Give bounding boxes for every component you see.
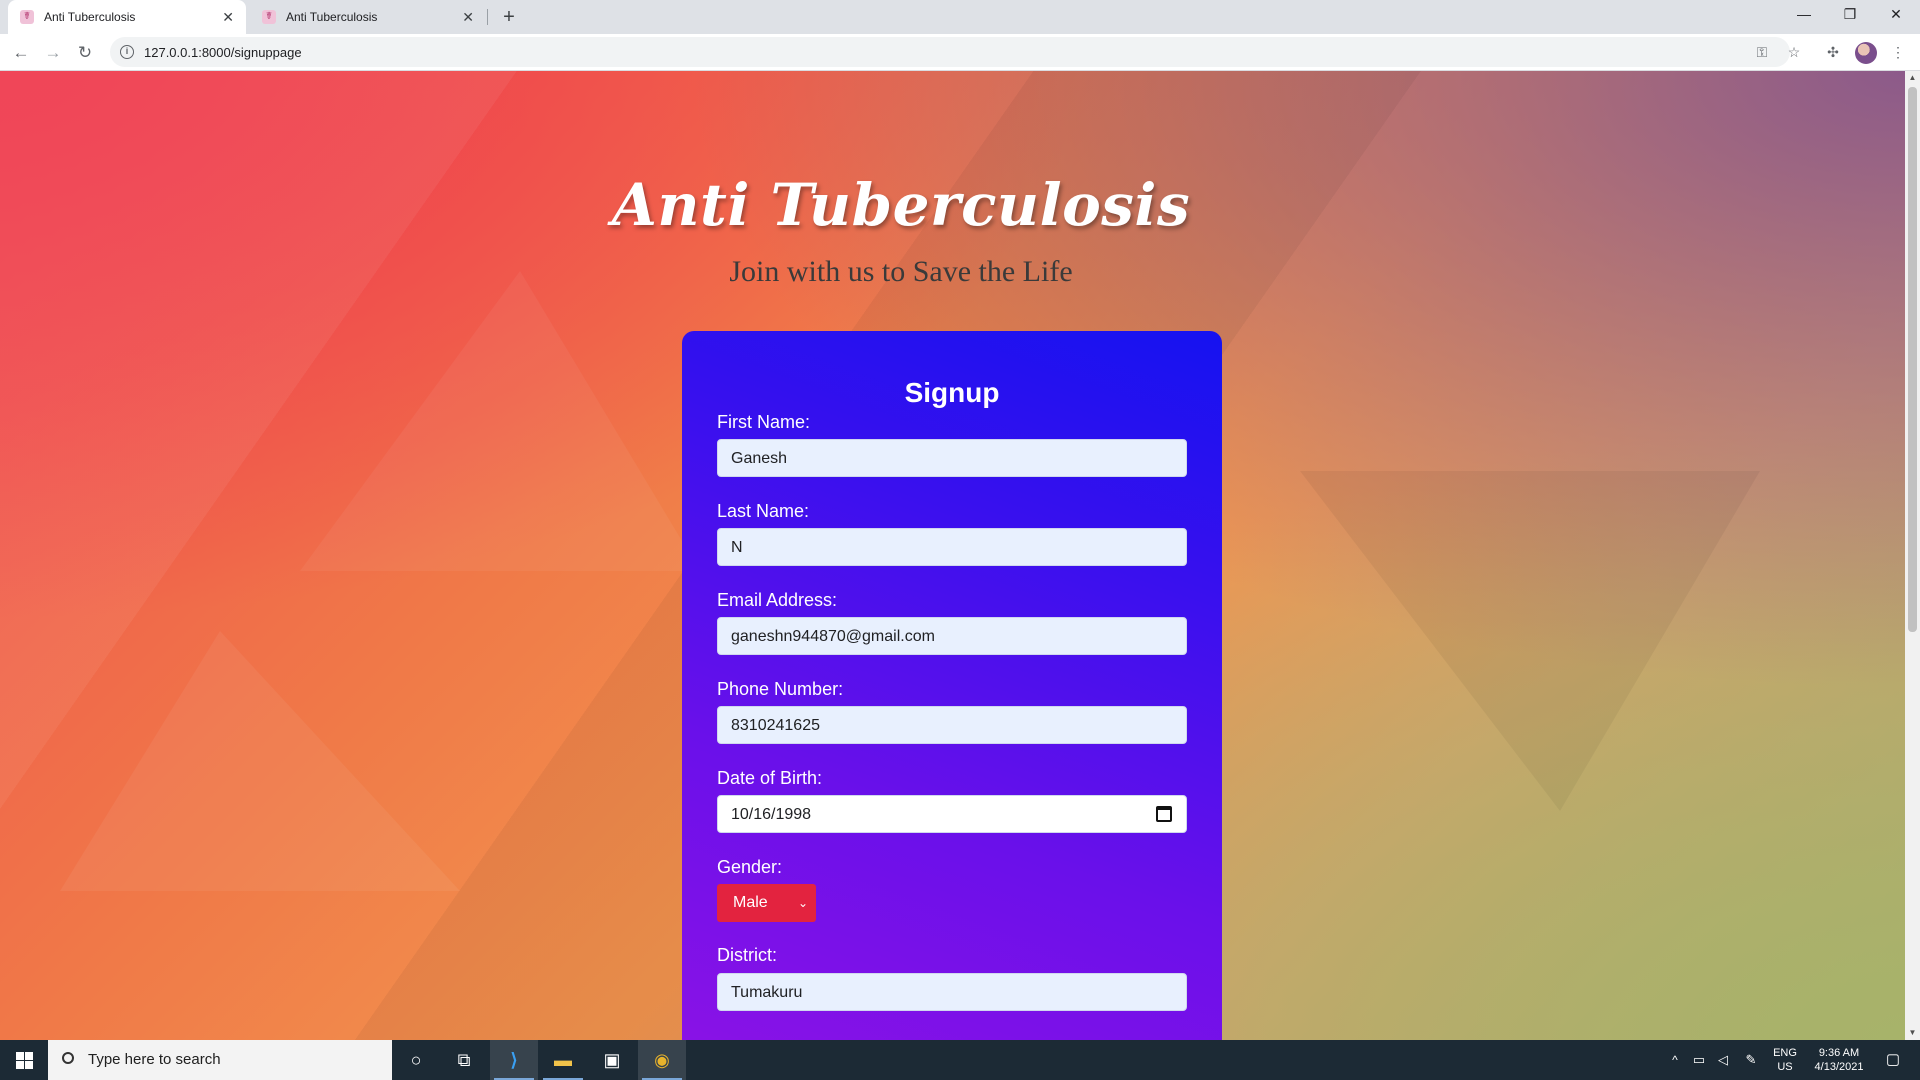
vertical-scrollbar[interactable]: ▲ ▼ (1905, 71, 1920, 1040)
network-icon[interactable]: ▭ (1688, 1040, 1710, 1080)
browser-toolbar: ← → ↻ i 127.0.0.1:8000/signuppage ⚿ ☆ ✣ … (0, 34, 1920, 71)
info-icon[interactable]: i (120, 45, 134, 59)
scrollbar-thumb[interactable] (1908, 87, 1917, 632)
extensions-icon[interactable]: ✣ (1819, 38, 1847, 66)
calendar-icon[interactable] (1156, 806, 1172, 822)
scroll-down-arrow-icon[interactable]: ▼ (1905, 1026, 1920, 1040)
chevron-down-icon: ⌄ (797, 896, 808, 910)
cortana-icon[interactable]: ○ (392, 1040, 440, 1080)
language-indicator[interactable]: ENG US (1768, 1040, 1802, 1080)
notifications-icon[interactable]: ▢ (1878, 1040, 1908, 1080)
site-subtitle: Join with us to Save the Life (729, 255, 1073, 288)
gender-value: Male (733, 894, 768, 911)
restore-button[interactable]: ❐ (1827, 0, 1873, 30)
star-icon[interactable]: ☆ (1780, 38, 1808, 66)
windows-start-icon[interactable] (0, 1040, 48, 1080)
pen-icon[interactable]: ✎ (1740, 1040, 1762, 1080)
gender-select[interactable]: Male ⌄ (717, 884, 816, 922)
chrome-icon[interactable]: ◉ (638, 1040, 686, 1080)
scroll-up-arrow-icon[interactable]: ▲ (1905, 71, 1920, 85)
tab-strip: ☤ Anti Tuberculosis ✕ ☤ Anti Tuberculosi… (0, 0, 1920, 34)
email-input[interactable]: ganeshn944870@gmail.com (717, 617, 1187, 655)
task-view-icon[interactable]: ⧉ (440, 1040, 488, 1080)
tray-expand-icon[interactable]: ^ (1665, 1040, 1685, 1080)
url-text: 127.0.0.1:8000/signuppage (144, 44, 302, 60)
favicon-icon: ☤ (20, 10, 34, 24)
phone-label: Phone Number: (717, 679, 844, 699)
new-tab-button[interactable]: + (496, 4, 522, 30)
menu-kebab-icon[interactable]: ⋮ (1884, 38, 1912, 66)
search-placeholder: Type here to search (88, 1051, 221, 1068)
dob-value: 10/16/1998 (731, 806, 812, 823)
background-polygon (1300, 471, 1760, 811)
signup-card: Signup First Name: Ganesh Last Name: N E… (682, 331, 1222, 1040)
taskbar-search-box[interactable]: Type here to search (48, 1040, 392, 1080)
search-icon (62, 1052, 74, 1064)
tab-title: Anti Tuberculosis (286, 10, 378, 24)
last-name-label: Last Name: (717, 501, 810, 521)
district-label: District: (717, 945, 777, 965)
dob-label: Date of Birth: (717, 768, 823, 788)
clock-date: 4/13/2021 (1814, 1061, 1864, 1073)
lang-top: ENG (1773, 1047, 1797, 1059)
first-name-input[interactable]: Ganesh (717, 439, 1187, 477)
site-title: Anti Tuberculosis (611, 171, 1191, 239)
phone-input[interactable]: 8310241625 (717, 706, 1187, 744)
favicon-icon: ☤ (262, 10, 276, 24)
email-label: Email Address: (717, 590, 838, 610)
dob-input[interactable]: 10/16/1998 (717, 795, 1187, 833)
vscode-icon[interactable]: ⟩ (490, 1040, 538, 1080)
background-polygon (60, 631, 460, 891)
profile-avatar[interactable] (1855, 42, 1877, 64)
page-viewport: Anti Tuberculosis Join with us to Save t… (0, 71, 1905, 1040)
key-icon[interactable]: ⚿ (1748, 38, 1776, 66)
tab-close-icon[interactable]: ✕ (222, 9, 234, 26)
windows-taskbar: Type here to search ○ ⧉ ⟩ ▬ ▣ ◉ ^ ▭ ◁ ✎ … (0, 1040, 1920, 1080)
volume-icon[interactable]: ◁ (1712, 1040, 1734, 1080)
tab-separator (487, 9, 488, 25)
reload-icon[interactable]: ↻ (71, 39, 99, 67)
back-arrow-icon[interactable]: ← (7, 39, 35, 67)
lang-bottom: US (1777, 1061, 1793, 1073)
last-name-input[interactable]: N (717, 528, 1187, 566)
terminal-icon[interactable]: ▣ (588, 1040, 636, 1080)
signup-heading: Signup (904, 377, 1000, 408)
clock[interactable]: 9:36 AM 4/13/2021 (1806, 1040, 1872, 1080)
clock-time: 9:36 AM (1818, 1047, 1860, 1059)
tab-title: Anti Tuberculosis (44, 10, 136, 24)
background-polygon (300, 271, 700, 571)
file-explorer-icon[interactable]: ▬ (539, 1040, 587, 1080)
close-window-button[interactable]: ✕ (1873, 0, 1919, 30)
gender-label: Gender: (717, 857, 783, 877)
tab-close-icon[interactable]: ✕ (462, 9, 474, 26)
district-input[interactable]: Tumakuru (717, 973, 1187, 1011)
first-name-label: First Name: (717, 412, 811, 432)
browser-tab-active[interactable]: ☤ Anti Tuberculosis ✕ (8, 0, 246, 34)
address-bar[interactable]: i 127.0.0.1:8000/signuppage (110, 37, 1790, 67)
browser-tab[interactable]: ☤ Anti Tuberculosis ✕ (250, 0, 486, 34)
minimize-button[interactable]: — (1781, 0, 1827, 30)
forward-arrow-icon[interactable]: → (39, 39, 67, 67)
